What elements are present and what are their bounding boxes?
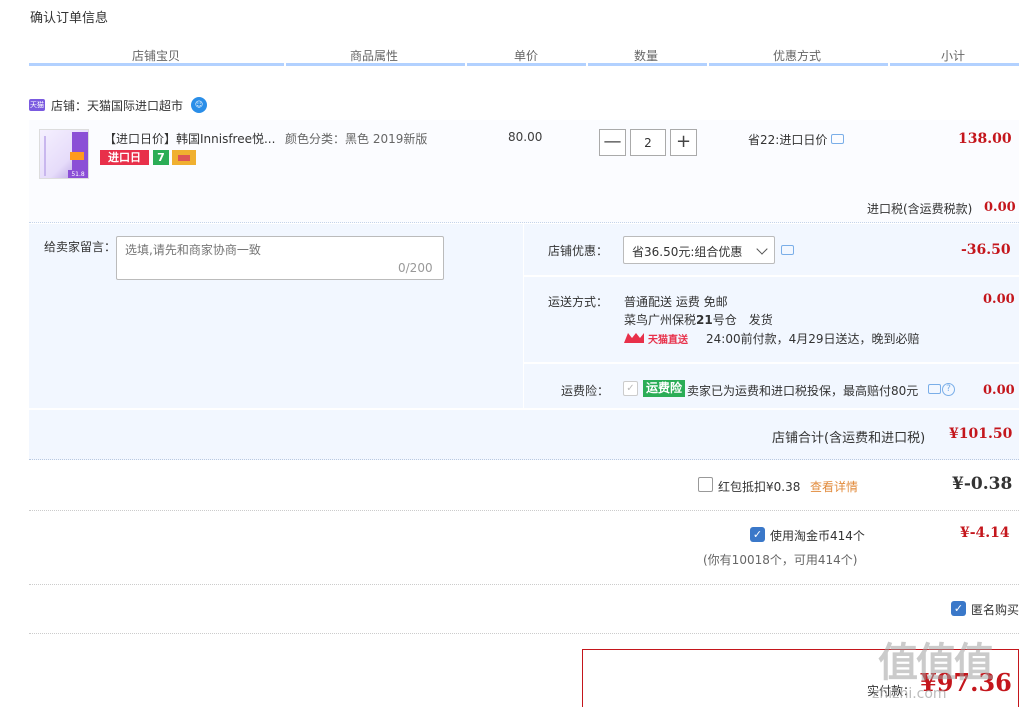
header-divider	[29, 63, 1019, 66]
shop-total-label: 店铺合计(含运费和进口税)	[772, 431, 926, 446]
decrease-button[interactable]: —	[599, 129, 626, 156]
shipping-label: 运送方式：	[548, 295, 609, 309]
header-gap	[284, 63, 286, 66]
shop-total-value: ¥101.50	[949, 426, 1013, 442]
shop-discount-label: 店铺优惠：	[548, 244, 609, 258]
redpacket-value: ¥-0.38	[952, 474, 1013, 494]
chevron-down-icon	[756, 243, 768, 255]
coins-label: 使用淘金币414个	[770, 529, 865, 543]
message-char-count: 0/200	[398, 261, 433, 275]
shop-name[interactable]: 店铺：天猫国际进口超市	[51, 97, 183, 114]
unit-price: 80.00	[508, 130, 543, 144]
redpacket-label: 红包抵扣¥0.38	[718, 480, 801, 494]
delivery-note: 24:00前付款，4月29日送达，晚到必赔	[706, 332, 920, 346]
thumb-line	[44, 136, 46, 176]
thumb-badge	[70, 152, 84, 160]
seller-message-label: 给卖家留言：	[44, 240, 117, 254]
promo-method: 省22:进口日价	[748, 131, 845, 148]
seller-message-input[interactable]	[125, 241, 435, 263]
watermark-logo: 值值值	[878, 640, 994, 686]
shop-discount-select[interactable]: 省36.50元:组合优惠	[623, 236, 775, 264]
shop-discount-selected: 省36.50元:组合优惠	[632, 245, 743, 259]
warehouse-prefix: 菜鸟广州保税	[624, 313, 697, 327]
row-divider	[524, 275, 1019, 277]
import-tax-value: 0.00	[984, 200, 1016, 215]
insurance-checkbox[interactable]: ✓	[623, 381, 638, 396]
help-icon[interactable]: ?	[942, 383, 955, 396]
header-gap	[586, 63, 588, 66]
coins-note: (你有10018个，可用414个)	[703, 553, 858, 567]
col-header-item: 店铺宝贝	[132, 49, 181, 63]
redpacket-details-link[interactable]: 查看详情	[810, 478, 858, 495]
promo-text: 省22:进口日价	[748, 133, 828, 147]
insurance-tag: 运费险	[643, 380, 686, 397]
thumb-price: 51.8	[68, 170, 88, 178]
wangwang-chat-icon[interactable]: ☺	[191, 97, 208, 113]
import-tax-label: 进口税(含运费税款)	[867, 202, 973, 216]
watermark-site: zhizhi.com	[872, 686, 947, 702]
col-header-qty: 数量	[634, 49, 659, 63]
shipping-method: 普通配送 运费 免邮	[624, 295, 728, 309]
col-header-attr: 商品属性	[350, 49, 399, 63]
product-name[interactable]: 【进口日价】韩国Innisfree悦...	[104, 130, 276, 147]
credit-card-icon	[172, 150, 196, 165]
row-divider	[524, 362, 1019, 364]
coins-checkbox[interactable]: ✓	[750, 527, 765, 542]
tmall-direct-text: 天猫直送	[648, 334, 688, 346]
header-gap	[888, 63, 890, 66]
anonymous-label: 匿名购买	[971, 603, 1020, 617]
discount-chat-icon[interactable]	[781, 245, 794, 255]
tmall-cat-icon	[624, 333, 644, 343]
tmall-direct-logo: 天猫直送	[624, 332, 688, 346]
warehouse-info: 菜鸟广州保税21号仓 发货	[624, 311, 773, 328]
warehouse-number: 21	[696, 313, 713, 327]
header-gap	[465, 63, 467, 66]
shipping-value: 0.00	[983, 292, 1015, 307]
insurance-label: 运费险：	[561, 384, 610, 398]
coins-value: ¥-4.14	[960, 525, 1010, 541]
divider	[29, 584, 1019, 585]
quantity-stepper: — +	[599, 129, 697, 156]
col-header-price: 单价	[514, 49, 539, 63]
insurance-text: 卖家已为运费和进口税投保，最高赔付80元	[687, 384, 919, 398]
col-header-promo: 优惠方式	[773, 49, 822, 63]
product-thumbnail[interactable]: 51.8	[39, 129, 89, 179]
quantity-input[interactable]	[630, 129, 666, 156]
product-attribute: 颜色分类：黑色 2019新版	[285, 132, 428, 146]
shop-row: 天猫 店铺：天猫国际进口超市 ☺	[29, 96, 208, 114]
row-divider	[29, 408, 1019, 410]
anonymous-checkbox[interactable]: ✓	[951, 601, 966, 616]
page-title: 确认订单信息	[30, 11, 109, 26]
options-separator	[523, 224, 524, 408]
divider	[29, 510, 1019, 511]
shop-discount-value: -36.50	[961, 242, 1011, 258]
seller-message-box	[116, 236, 444, 280]
tmall-shop-icon: 天猫	[29, 99, 45, 111]
divider	[29, 633, 1019, 634]
warehouse-suffix: 号仓 发货	[712, 313, 773, 327]
insurance-chat-icon[interactable]	[928, 384, 941, 394]
col-header-subtotal: 小计	[941, 49, 966, 63]
seven-day-return-icon: 7	[153, 150, 169, 165]
item-subtotal: 138.00	[958, 131, 1012, 147]
import-day-tag: 进口日	[100, 150, 149, 165]
promo-chat-icon[interactable]	[831, 134, 845, 144]
insurance-value: 0.00	[983, 383, 1015, 398]
increase-button[interactable]: +	[670, 129, 697, 156]
redpacket-checkbox[interactable]	[698, 477, 713, 492]
header-gap	[707, 63, 709, 66]
